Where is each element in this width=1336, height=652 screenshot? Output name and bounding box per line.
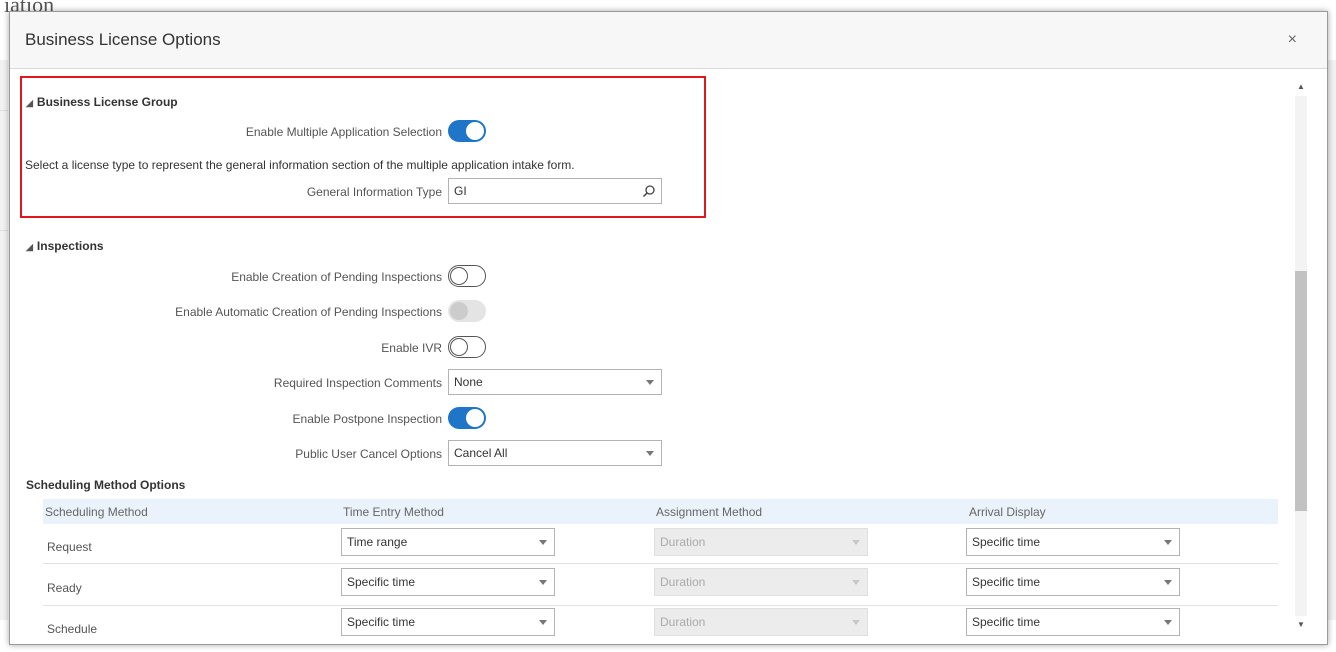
chevron-down-icon xyxy=(852,580,860,585)
row-divider xyxy=(43,605,1278,606)
required-inspection-comments-select[interactable]: None xyxy=(448,369,662,395)
select-value: Duration xyxy=(660,575,706,589)
pending-inspections-label: Enable Creation of Pending Inspections xyxy=(231,270,442,284)
select-value: Specific time xyxy=(972,535,1041,549)
assignment-method-select: Duration xyxy=(654,528,868,556)
scroll-up-icon[interactable]: ▲ xyxy=(1294,80,1308,94)
toggle-knob xyxy=(466,122,484,140)
background-right-strip xyxy=(1328,60,1336,620)
required-inspection-comments-label: Required Inspection Comments xyxy=(273,376,442,390)
general-information-type-input[interactable]: GI xyxy=(448,178,662,204)
arrival-display-select[interactable]: Specific time xyxy=(966,568,1180,596)
assignment-method-select: Duration xyxy=(654,608,868,636)
enable-postpone-inspection-label: Enable Postpone Inspection xyxy=(292,412,442,426)
vertical-scrollbar[interactable]: ▲ ▼ xyxy=(1294,80,1308,632)
dialog-title: Business License Options xyxy=(25,30,221,49)
dialog-header: Business License Options × xyxy=(10,12,1327,69)
select-value: Specific time xyxy=(972,575,1041,589)
select-value: Time range xyxy=(347,535,408,549)
dialog-body: ◢ Business License Group Enable Multiple … xyxy=(10,69,1295,644)
chevron-down-icon xyxy=(1164,620,1172,625)
enable-multiple-application-label: Enable Multiple Application Selection xyxy=(245,125,442,139)
assignment-method-select: Duration xyxy=(654,568,868,596)
enable-ivr-label: Enable IVR xyxy=(381,341,442,355)
scheduling-grid-header: Scheduling Method Time Entry Method Assi… xyxy=(43,499,1278,524)
chevron-down-icon xyxy=(646,380,654,385)
scheduling-method-cell: Ready xyxy=(47,581,82,595)
scrollbar-thumb[interactable] xyxy=(1295,271,1307,511)
triangle-down-icon: ◢ xyxy=(26,242,33,252)
public-user-cancel-options-label: Public User Cancel Options xyxy=(295,447,442,461)
toggle-knob xyxy=(450,302,468,320)
scheduling-method-cell: Schedule xyxy=(47,622,98,636)
select-value: Specific time xyxy=(347,615,416,629)
scheduling-method-options-heading: Scheduling Method Options xyxy=(26,478,186,492)
section-heading-label: Inspections xyxy=(36,239,104,253)
column-header-assignment-method: Assignment Method xyxy=(656,505,763,519)
chevron-down-icon xyxy=(852,540,860,545)
scheduling-method-cell: Request xyxy=(47,540,92,554)
toggle-knob xyxy=(450,267,468,285)
chevron-down-icon xyxy=(539,580,547,585)
scroll-down-icon[interactable]: ▼ xyxy=(1294,618,1308,632)
arrival-display-select[interactable]: Specific time xyxy=(966,528,1180,556)
general-information-type-value: GI xyxy=(454,184,467,198)
background-left-strip xyxy=(0,60,8,620)
column-header-scheduling-method: Scheduling Method xyxy=(45,505,148,519)
auto-pending-inspections-toggle xyxy=(448,300,486,322)
business-license-group-heading[interactable]: ◢ Business License Group xyxy=(26,95,178,109)
inspections-heading[interactable]: ◢ Inspections xyxy=(26,239,104,253)
enable-multiple-application-toggle[interactable] xyxy=(448,120,486,142)
chevron-down-icon xyxy=(852,620,860,625)
public-user-cancel-options-select[interactable]: Cancel All xyxy=(448,440,662,466)
enable-postpone-inspection-toggle[interactable] xyxy=(448,407,486,429)
chevron-down-icon xyxy=(646,451,654,456)
close-icon[interactable]: × xyxy=(1288,32,1297,48)
time-entry-method-select[interactable]: Time range xyxy=(341,528,555,556)
business-license-options-dialog: Business License Options × ◢ Business Lic… xyxy=(9,11,1328,645)
section-heading-label: Business License Group xyxy=(36,95,178,109)
enable-ivr-toggle[interactable] xyxy=(448,336,486,358)
chevron-down-icon xyxy=(539,540,547,545)
pending-inspections-toggle[interactable] xyxy=(448,265,486,287)
select-value: Specific time xyxy=(347,575,416,589)
toggle-knob xyxy=(466,409,484,427)
auto-pending-inspections-label: Enable Automatic Creation of Pending Ins… xyxy=(175,305,442,319)
column-header-time-entry-method: Time Entry Method xyxy=(343,505,444,519)
select-value: Cancel All xyxy=(454,446,508,460)
scrollbar-track[interactable] xyxy=(1295,96,1307,616)
triangle-down-icon: ◢ xyxy=(26,98,33,108)
chevron-down-icon xyxy=(1164,540,1172,545)
time-entry-method-select[interactable]: Specific time xyxy=(341,608,555,636)
time-entry-method-select[interactable]: Specific time xyxy=(341,568,555,596)
row-divider xyxy=(43,563,1278,564)
select-value: Duration xyxy=(660,615,706,629)
toggle-knob xyxy=(450,338,468,356)
search-icon[interactable] xyxy=(642,184,656,198)
arrival-display-select[interactable]: Specific time xyxy=(966,608,1180,636)
help-text: Select a license type to represent the g… xyxy=(25,158,575,172)
general-information-type-label: General Information Type xyxy=(306,185,442,199)
chevron-down-icon xyxy=(1164,580,1172,585)
column-header-arrival-display: Arrival Display xyxy=(969,505,1046,519)
select-value: Duration xyxy=(660,535,706,549)
select-value: None xyxy=(454,375,483,389)
select-value: Specific time xyxy=(972,615,1041,629)
chevron-down-icon xyxy=(539,620,547,625)
